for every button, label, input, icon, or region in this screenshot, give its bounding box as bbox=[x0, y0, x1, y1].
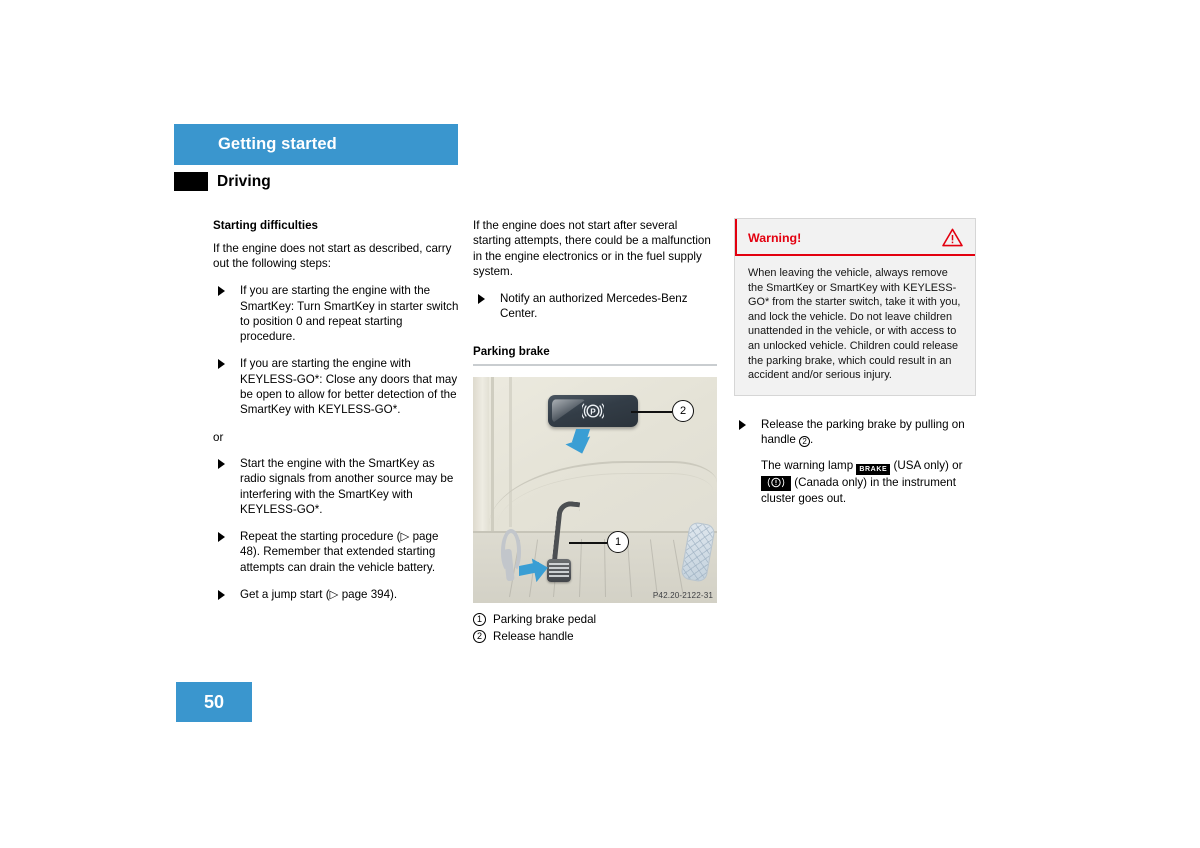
list-item-suffix: . bbox=[810, 433, 814, 447]
list-item: Notify an authorized Mercedes-Benz Cente… bbox=[473, 291, 717, 322]
triangle-bullet-icon bbox=[218, 589, 225, 600]
inline-callout-ref: 2 bbox=[799, 436, 811, 448]
brake-warning-lamp-usa-icon: BRAKE bbox=[856, 464, 891, 476]
left-bullet-list-1: If you are starting the engine with the … bbox=[213, 283, 461, 417]
left-intro-paragraph: If the engine does not start as describe… bbox=[213, 241, 452, 270]
page-number: 50 bbox=[176, 682, 252, 722]
list-item-text: If you are starting the engine with the … bbox=[240, 284, 459, 344]
callout-leader-2 bbox=[631, 411, 672, 413]
parking-brake-release-switch: P bbox=[548, 395, 638, 428]
callout-leader-1 bbox=[569, 542, 607, 544]
chapter-banner: Getting started bbox=[174, 124, 458, 165]
left-column: Starting difficulties If the engine does… bbox=[213, 218, 461, 602]
caption-row: 1 Parking brake pedal bbox=[473, 611, 717, 628]
middle-bullet-list: Notify an authorized Mercedes-Benz Cente… bbox=[473, 291, 717, 322]
brake-warning-lamp-canada-icon bbox=[761, 476, 791, 492]
list-item: If you are starting the engine with KEYL… bbox=[213, 356, 461, 417]
caption-text: Parking brake pedal bbox=[493, 613, 597, 627]
list-item: Repeat the starting procedure (▷ page 48… bbox=[213, 529, 461, 575]
list-item: Start the engine with the SmartKey as ra… bbox=[213, 456, 461, 517]
section-title: Driving bbox=[217, 172, 271, 190]
triangle-bullet-icon bbox=[739, 419, 746, 430]
middle-column: If the engine does not start after sever… bbox=[473, 218, 717, 645]
left-heading: Starting difficulties bbox=[213, 219, 318, 232]
list-item-text: Start the engine with the SmartKey as ra… bbox=[240, 456, 454, 516]
figure-wrapper: P 2 1 P42.20-2122-31 1 Parking brake ped… bbox=[473, 377, 717, 645]
caption-text: Release handle bbox=[493, 630, 574, 644]
parking-brake-figure: P 2 1 P42.20-2122-31 bbox=[473, 377, 717, 604]
chapter-title: Getting started bbox=[218, 135, 337, 153]
left-bullet-list-2: Start the engine with the SmartKey as ra… bbox=[213, 456, 461, 602]
caption-number: 2 bbox=[473, 630, 486, 644]
figure-reference-code: P42.20-2122-31 bbox=[652, 591, 713, 601]
warning-lamp-note: The warning lamp BRAKE (USA only) or (Ca… bbox=[761, 458, 976, 506]
list-item: Get a jump start (▷ page 394). bbox=[213, 587, 461, 602]
figure-caption: 1 Parking brake pedal 2 Release handle bbox=[473, 611, 717, 645]
list-item-text: Get a jump start (▷ page 394). bbox=[240, 587, 398, 601]
warning-triangle-icon bbox=[942, 228, 963, 247]
middle-intro-paragraph: If the engine does not start after sever… bbox=[473, 219, 711, 278]
parking-brake-heading: Parking brake bbox=[473, 344, 717, 367]
svg-text:P: P bbox=[590, 408, 596, 417]
note-part-3: (Canada only) in the instrument cluster … bbox=[761, 476, 956, 506]
parking-brake-p-icon: P bbox=[582, 403, 604, 419]
warning-text: When leaving the vehicle, always remove … bbox=[748, 267, 961, 382]
list-item-text: If you are starting the engine with KEYL… bbox=[240, 357, 458, 417]
figure-parking-brake-pedal bbox=[547, 559, 571, 583]
warning-title: Warning! bbox=[748, 230, 802, 245]
warning-box: Warning! When leaving the vehicle, alway… bbox=[734, 218, 976, 396]
section-color-swatch bbox=[174, 172, 208, 191]
section-row: Driving bbox=[174, 168, 458, 195]
page-header: Getting started Driving bbox=[174, 124, 458, 195]
triangle-bullet-icon bbox=[218, 286, 225, 297]
manual-page: Getting started Driving Starting difficu… bbox=[0, 0, 1200, 848]
list-item: Release the parking brake by pulling on … bbox=[734, 417, 976, 507]
triangle-bullet-icon bbox=[218, 532, 225, 543]
list-item: If you are starting the engine with the … bbox=[213, 283, 461, 344]
triangle-bullet-icon bbox=[218, 458, 225, 469]
right-column: Warning! When leaving the vehicle, alway… bbox=[734, 218, 976, 507]
list-item-text: Repeat the starting procedure (▷ page 48… bbox=[240, 530, 439, 574]
triangle-bullet-icon bbox=[218, 359, 225, 370]
list-item-text: Notify an authorized Mercedes-Benz Cente… bbox=[500, 292, 688, 321]
warning-header: Warning! bbox=[735, 219, 975, 256]
triangle-bullet-icon bbox=[478, 294, 485, 305]
caption-row: 2 Release handle bbox=[473, 628, 717, 645]
figure-callout-2: 2 bbox=[672, 400, 694, 423]
note-part-2: (USA only) or bbox=[890, 459, 963, 473]
note-part-1: The warning lamp bbox=[761, 459, 857, 473]
caption-number: 1 bbox=[473, 613, 486, 627]
or-label: or bbox=[213, 430, 224, 444]
list-item-text: Release the parking brake by pulling on … bbox=[761, 417, 965, 447]
right-bullet-list: Release the parking brake by pulling on … bbox=[734, 417, 976, 507]
